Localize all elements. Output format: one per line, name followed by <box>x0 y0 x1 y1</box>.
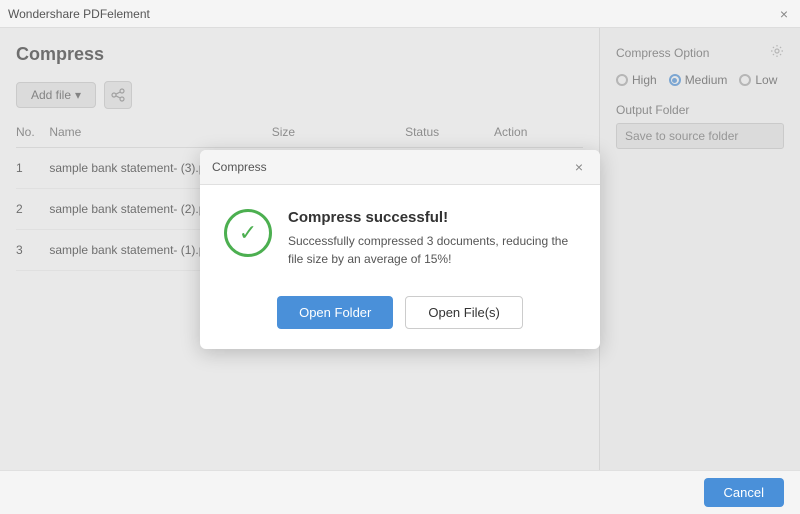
titlebar: Wondershare PDFelement × <box>0 0 800 28</box>
main-content: Compress Add file ▾ No. <box>0 28 800 470</box>
success-title: Compress successful! <box>288 209 576 226</box>
open-files-button[interactable]: Open File(s) <box>405 296 523 329</box>
modal-title: Compress <box>212 160 267 174</box>
app-close-button[interactable]: × <box>776 6 792 22</box>
success-desc: Successfully compressed 3 documents, red… <box>288 232 576 268</box>
app-title: Wondershare PDFelement <box>8 7 150 21</box>
modal-titlebar: Compress × <box>200 150 600 185</box>
modal-body: ✓ Compress successful! Successfully comp… <box>200 185 600 284</box>
modal-footer: Open Folder Open File(s) <box>200 284 600 349</box>
modal-close-button[interactable]: × <box>570 158 588 176</box>
success-text-block: Compress successful! Successfully compre… <box>288 209 576 268</box>
cancel-button[interactable]: Cancel <box>704 478 784 507</box>
open-folder-button[interactable]: Open Folder <box>277 296 393 329</box>
success-icon: ✓ <box>224 209 272 257</box>
modal-overlay: Compress × ✓ Compress successful! Succes… <box>0 28 800 470</box>
bottom-bar: Cancel <box>0 470 800 514</box>
success-modal: Compress × ✓ Compress successful! Succes… <box>200 150 600 349</box>
check-icon: ✓ <box>239 220 257 246</box>
